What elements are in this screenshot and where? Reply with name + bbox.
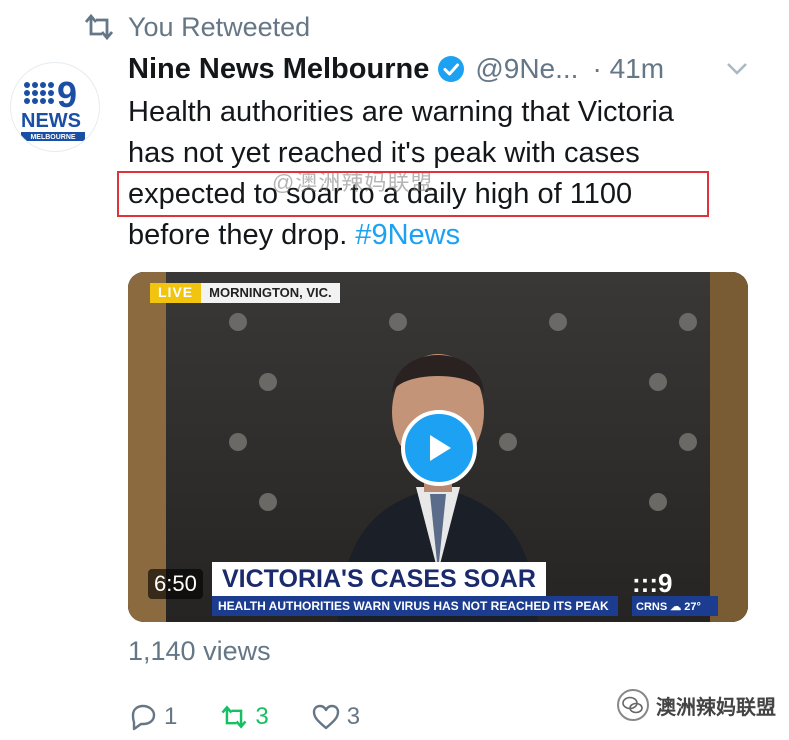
tweet-text-line: before they drop. #9News xyxy=(128,219,461,251)
reply-button[interactable]: 1 xyxy=(128,702,177,732)
retweet-icon xyxy=(221,705,247,729)
weather-tag: CRNS ☁ 27° xyxy=(632,596,718,616)
tweet-actions: 1 3 3 xyxy=(128,696,402,738)
like-button[interactable]: 3 xyxy=(311,702,360,732)
author-name[interactable]: Nine News Melbourne xyxy=(128,53,429,86)
hashtag-link[interactable]: #9News xyxy=(355,219,460,251)
play-icon xyxy=(430,435,451,461)
retweet-count: 3 xyxy=(255,703,269,730)
retweet-label: You Retweeted xyxy=(128,11,311,42)
live-tag: LIVE xyxy=(150,283,202,303)
video-ticker: HEALTH AUTHORITIES WARN VIRUS HAS NOT RE… xyxy=(212,596,618,616)
like-count: 3 xyxy=(346,703,361,730)
tweet-header: Nine News Melbourne @9Ne... · 41m xyxy=(128,48,768,90)
retweet-context: You Retweeted xyxy=(82,10,310,44)
nine-news-logo: 9 NEWS MELBOURNE xyxy=(21,74,85,141)
author-handle[interactable]: @9Ne... xyxy=(475,53,578,85)
heart-icon xyxy=(312,704,339,730)
svg-text:NEWS: NEWS xyxy=(21,110,81,132)
channel-logo: :::9 xyxy=(632,568,673,598)
highlight-box xyxy=(117,171,709,217)
footer-watermark: 澳洲辣妈联盟 xyxy=(616,688,776,722)
chevron-down-icon[interactable] xyxy=(726,62,748,76)
live-banner: LIVE MORNINGTON, VIC. xyxy=(150,283,340,303)
tweet-text-line: has not yet reached it's peak with cases xyxy=(128,137,640,169)
video-duration: 6:50 xyxy=(148,569,203,599)
reply-count: 1 xyxy=(164,703,178,730)
reply-icon xyxy=(131,704,156,731)
location-tag: MORNINGTON, VIC. xyxy=(201,283,340,303)
wechat-logo-icon xyxy=(617,689,649,721)
retweet-icon xyxy=(84,13,114,41)
svg-text:MELBOURNE: MELBOURNE xyxy=(30,134,75,141)
retweet-button[interactable]: 3 xyxy=(219,702,269,732)
footer-watermark-text: 澳洲辣妈联盟 xyxy=(656,696,776,719)
avatar[interactable]: 9 NEWS MELBOURNE xyxy=(10,62,100,152)
verified-badge-icon xyxy=(438,56,465,82)
svg-text:9: 9 xyxy=(57,74,77,115)
play-button[interactable] xyxy=(401,410,477,486)
video-headline: VICTORIA'S CASES SOAR xyxy=(212,562,546,596)
video-player[interactable]: LIVE MORNINGTON, VIC. VICTORIA'S CASES S… xyxy=(128,272,748,622)
tweet-text-line: Health authorities are warning that Vict… xyxy=(128,96,674,128)
tweet-timestamp[interactable]: · 41m xyxy=(592,53,664,85)
view-count: 1,140 views xyxy=(128,636,271,666)
